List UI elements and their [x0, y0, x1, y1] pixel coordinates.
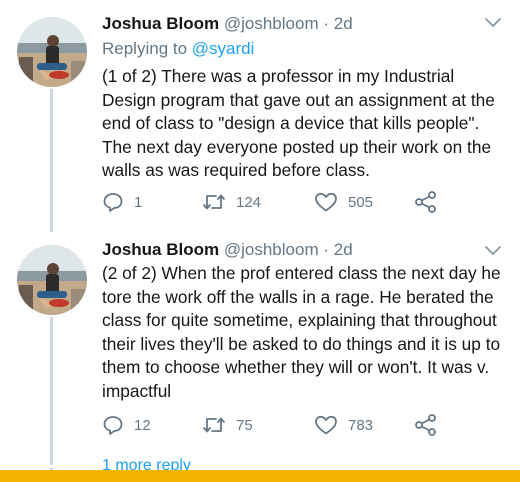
tweet-text: (1 of 2) There was a professor in my Ind… — [102, 66, 495, 181]
retweet-count: 75 — [236, 416, 253, 434]
separator: · — [323, 240, 330, 259]
author-name[interactable]: Joshua Bloom — [102, 14, 219, 33]
replying-to-label: Replying to — [102, 39, 188, 58]
retweet-button[interactable]: 124 — [202, 190, 261, 214]
author-name[interactable]: Joshua Bloom — [102, 240, 219, 259]
tweet-header: Joshua Bloom @joshbloom · 2d — [102, 240, 353, 262]
reply-button[interactable]: 1 — [102, 190, 142, 214]
reply-button[interactable]: 12 — [102, 413, 151, 437]
tweet-text: (2 of 2) When the prof entered class the… — [102, 263, 501, 401]
like-count: 783 — [348, 416, 374, 434]
bottom-bar — [0, 470, 520, 482]
thread-connector — [50, 89, 53, 232]
like-icon — [314, 191, 338, 213]
timestamp[interactable]: 2d — [334, 240, 353, 259]
timestamp[interactable]: 2d — [334, 14, 353, 33]
reply-count: 1 — [134, 193, 143, 211]
retweet-icon — [202, 191, 226, 213]
more-replies-connector — [50, 444, 53, 470]
avatar[interactable] — [17, 245, 87, 315]
like-button[interactable]: 783 — [314, 413, 373, 437]
author-handle[interactable]: @joshbloom — [224, 14, 319, 33]
reply-icon — [102, 191, 124, 213]
replying-to: Replying to @syardi — [102, 39, 254, 59]
like-count: 505 — [348, 193, 374, 211]
chevron-down-icon[interactable] — [484, 16, 502, 28]
tweet-2[interactable]: Joshua Bloom @joshbloom · 2d (2 of 2) Wh… — [0, 232, 520, 464]
reply-icon — [102, 414, 124, 436]
retweet-icon — [202, 414, 226, 436]
tweet-1[interactable]: Joshua Bloom @joshbloom · 2d Replying to… — [0, 0, 520, 232]
chevron-down-icon[interactable] — [484, 244, 502, 256]
avatar[interactable] — [17, 17, 87, 87]
thread-connector — [50, 317, 53, 462]
tweet-header: Joshua Bloom @joshbloom · 2d — [102, 14, 353, 36]
retweet-count: 124 — [236, 193, 262, 211]
like-button[interactable]: 505 — [314, 190, 373, 214]
reply-count: 12 — [134, 416, 151, 434]
author-handle[interactable]: @joshbloom — [224, 240, 319, 259]
replying-to-handle[interactable]: @syardi — [192, 39, 255, 58]
separator: · — [323, 14, 330, 33]
retweet-button[interactable]: 75 — [202, 413, 253, 437]
share-icon — [414, 190, 438, 214]
like-icon — [314, 414, 338, 436]
share-button[interactable] — [414, 190, 438, 214]
share-icon — [414, 413, 438, 437]
share-button[interactable] — [414, 413, 438, 437]
